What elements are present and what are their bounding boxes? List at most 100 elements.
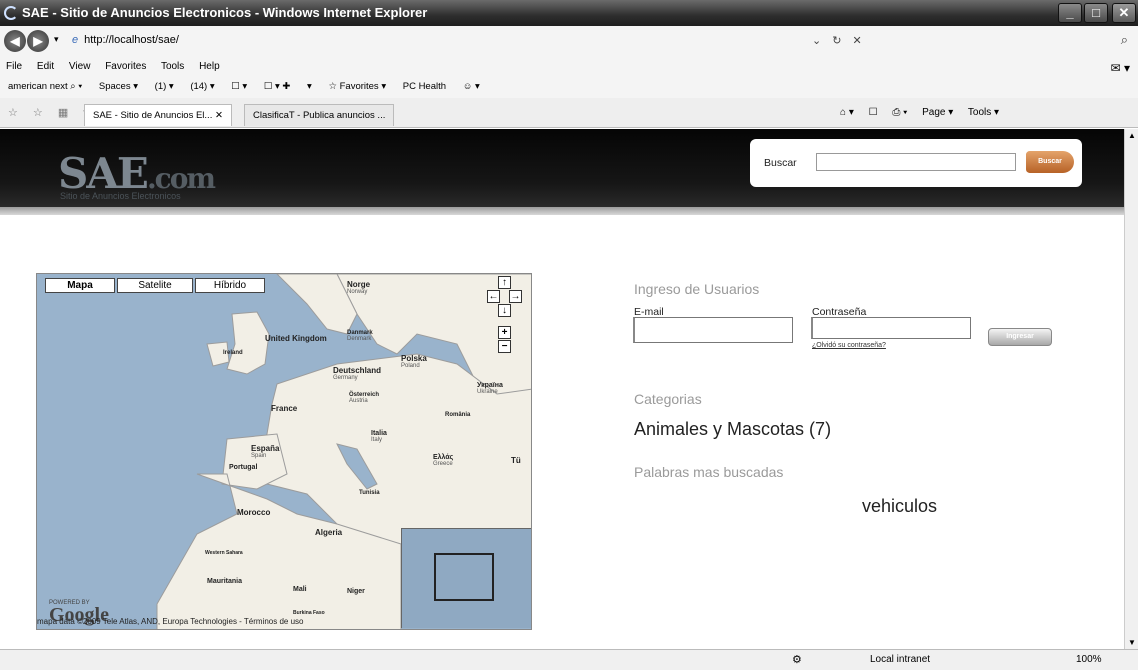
map-label: Österreich Austria — [349, 392, 380, 404]
map-label: Mauritania — [207, 578, 243, 585]
print-icon[interactable]: ⎙ ▾ — [892, 107, 907, 118]
scroll-down-icon[interactable]: ▼ — [1128, 638, 1136, 647]
vertical-scrollbar[interactable]: ▲ ▼ — [1124, 129, 1138, 649]
map-label: Polska Poland — [401, 354, 427, 369]
map-data-credit: mapa data ©2009 Tele Atlas, AND, Europa … — [37, 617, 304, 626]
search-button[interactable]: Buscar — [1026, 151, 1074, 173]
scroll-up-icon[interactable]: ▲ — [1128, 131, 1136, 140]
toolbar-item-pc-health[interactable]: PC Health — [403, 81, 446, 92]
toolbar-item-mail[interactable]: (1) ▾ — [155, 81, 174, 92]
email-field[interactable] — [633, 317, 793, 343]
map-label: Morocco — [237, 508, 271, 517]
menu-file[interactable]: File — [6, 61, 22, 72]
zoom-out-icon[interactable]: − — [498, 340, 511, 353]
history-dropdown-icon[interactable]: ▾ — [54, 34, 59, 45]
close-button[interactable]: ✕ — [1112, 3, 1136, 23]
home-icon[interactable]: ⌂ ▾ — [840, 107, 854, 118]
pan-down-icon[interactable]: ↓ — [498, 304, 511, 317]
toolbar-item-butterfly[interactable]: ▾ — [307, 81, 312, 92]
zoom-level[interactable]: 100% — [1076, 650, 1102, 670]
map-label: United Kingdom — [265, 334, 327, 343]
menu-tools[interactable]: Tools — [161, 61, 184, 72]
toolbar-item-add[interactable]: ☐ ▾ ✚ — [264, 81, 291, 92]
menu-edit[interactable]: Edit — [37, 61, 54, 72]
overview-map[interactable] — [401, 528, 531, 628]
maximize-button[interactable]: □ — [1084, 3, 1108, 23]
map-label: Україна Ukraine — [477, 382, 503, 395]
login-button[interactable]: Ingresar — [988, 328, 1052, 346]
password-field[interactable] — [811, 317, 971, 339]
zoom-in-icon[interactable]: + — [498, 326, 511, 339]
login-section-title: Ingreso de Usuarios — [634, 281, 760, 297]
tab-clasificat[interactable]: ClasificaT - Publica anuncios ... — [244, 104, 395, 126]
category-link[interactable]: Animales y Mascotas (7) — [634, 419, 831, 440]
pan-left-icon[interactable]: ← — [487, 290, 500, 303]
toolbar-item-spaces[interactable]: Spaces ▾ — [99, 81, 138, 92]
overview-viewport-box[interactable] — [434, 553, 494, 601]
logo-tagline: Sitio de Anuncios Electronicos — [60, 191, 181, 201]
pan-up-icon[interactable]: ↑ — [498, 276, 511, 289]
map-label: Portugal — [229, 464, 258, 471]
tab-sae-label: SAE - Sitio de Anuncios El... — [93, 110, 213, 121]
tab-close-icon[interactable]: ✕ — [215, 110, 223, 121]
menu-bar: File Edit View Favorites Tools Help ✉ ▾ — [0, 58, 1138, 76]
map-label: Western Sahara — [205, 550, 243, 556]
search-label: Buscar — [764, 157, 797, 169]
refresh-stop-icons[interactable]: ⌄ ↻ ✕ — [812, 34, 866, 47]
map-label: Algeria — [315, 528, 343, 537]
keyword-link[interactable]: vehiculos — [862, 496, 937, 517]
window-title: SAE - Sitio de Anuncios Electronicos - W… — [22, 5, 428, 20]
address-bar: ◀ ▶ ▾ e http://localhost/sae/ ⌄ ↻ ✕ ⌕ — [0, 26, 1138, 58]
toolbar-item-calendar[interactable]: ☐ ▾ — [231, 81, 247, 92]
google-map[interactable]: Mapa Satelite Híbrido ↑ ← → ↓ + − Norge N… — [36, 273, 532, 630]
page-icon: e — [72, 34, 79, 46]
search-input[interactable] — [816, 153, 1016, 171]
map-label: Ελλάς Greece — [433, 454, 454, 467]
map-type-hibrido[interactable]: Híbrido — [195, 278, 265, 293]
map-type-satelite[interactable]: Satelite — [117, 278, 193, 293]
map-label: España Spain — [251, 444, 280, 459]
map-label: Tü — [511, 456, 521, 465]
menu-view[interactable]: View — [69, 61, 91, 72]
map-label: Danmark Denmark — [347, 330, 373, 342]
favorites-star-icon[interactable]: ☆ ☆ ▦ ▾ — [8, 98, 95, 128]
site-header: SAE.com Sitio de Anuncios Electronicos B… — [0, 129, 1124, 207]
site-search-box: Buscar Buscar — [750, 139, 1082, 187]
security-zone[interactable]: Local intranet — [870, 650, 930, 670]
tab-sae[interactable]: SAE - Sitio de Anuncios El... ✕ — [84, 104, 232, 126]
toolbar-item-help[interactable]: ☺ ▾ — [463, 81, 480, 92]
map-type-mapa[interactable]: Mapa — [45, 278, 115, 293]
map-label: Deutschland Germany — [333, 366, 382, 381]
map-label: Burkina Faso — [293, 610, 325, 616]
forgot-password-link[interactable]: ¿Olvidó su contraseña? — [812, 342, 886, 349]
toolbar-item-search[interactable]: american next ⌕ ▾ — [8, 81, 82, 92]
minimize-button[interactable]: _ — [1058, 3, 1082, 23]
map-label: Ireland — [223, 350, 243, 356]
tab-clasificat-label: ClasificaT - Publica anuncios ... — [253, 110, 386, 121]
map-label: Mali — [293, 586, 307, 593]
url-text: http://localhost/sae/ — [84, 34, 179, 46]
command-bar: ⌂ ▾ ☐ ⎙ ▾ Page ▾ Tools ▾ — [840, 98, 1011, 128]
forward-button[interactable]: ▶ — [27, 30, 49, 52]
feeds-icon[interactable]: ☐ — [869, 107, 878, 118]
menu-help[interactable]: Help — [199, 61, 220, 72]
toolbar-item-favorites[interactable]: ☆ Favorites ▾ — [328, 81, 386, 92]
tabs-bar: ☆ ☆ ▦ ▾ SAE - Sitio de Anuncios El... ✕ … — [0, 98, 1138, 128]
translate-icon[interactable]: ✉ ▾ — [1111, 59, 1130, 77]
categories-title: Categorias — [634, 391, 702, 407]
status-icon: ⚙ — [792, 654, 802, 666]
header-divider — [0, 207, 1124, 215]
page-viewport: SAE.com Sitio de Anuncios Electronicos B… — [0, 129, 1124, 649]
page-menu[interactable]: Page ▾ — [922, 107, 953, 118]
status-bar: ⚙ Local intranet 100% — [0, 649, 1138, 670]
toolbar-item-messenger[interactable]: (14) ▾ — [190, 81, 214, 92]
pan-right-icon[interactable]: → — [509, 290, 522, 303]
menu-favorites[interactable]: Favorites — [105, 61, 146, 72]
map-label: Niger — [347, 588, 365, 595]
search-icon[interactable]: ⌕ — [1121, 32, 1128, 48]
url-field[interactable]: e http://localhost/sae/ — [72, 34, 179, 46]
map-label: România — [445, 412, 471, 418]
back-button[interactable]: ◀ — [4, 30, 26, 52]
tools-menu[interactable]: Tools ▾ — [968, 107, 999, 118]
keywords-title: Palabras mas buscadas — [634, 464, 784, 480]
